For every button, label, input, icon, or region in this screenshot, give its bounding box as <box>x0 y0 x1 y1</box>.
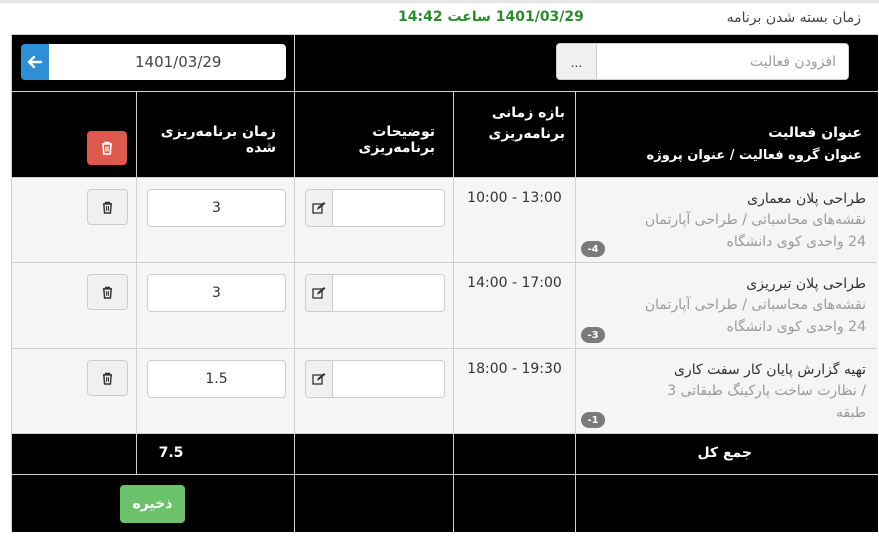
row-2-desc-input[interactable] <box>333 275 444 311</box>
row-1-hours-cell <box>137 178 294 262</box>
row-3-hours-cell <box>137 349 294 433</box>
add-activity-cell: ... <box>295 35 878 91</box>
delete-all-button[interactable] <box>87 131 127 165</box>
row-3-desc-input[interactable] <box>333 361 444 397</box>
total-time-cell <box>454 434 575 474</box>
row-1-desc-group <box>305 189 445 227</box>
trash-icon <box>102 141 112 155</box>
row-3-delete-button[interactable] <box>87 360 128 396</box>
row-1-edit-button[interactable] <box>306 190 333 226</box>
row-2-badge: -3 <box>581 327 605 343</box>
row-2-desc-group <box>305 274 445 312</box>
time-range-header-line1: بازه زمانی <box>491 105 565 121</box>
row-1-desc-input[interactable] <box>333 190 444 226</box>
arrow-left-icon <box>27 55 43 69</box>
date-input[interactable] <box>49 44 286 80</box>
row-2-delete-button[interactable] <box>87 274 128 310</box>
row-3-edit-button[interactable] <box>306 361 333 397</box>
row-3-delete-cell <box>12 349 136 433</box>
row-2-edit-button[interactable] <box>306 275 333 311</box>
save-button[interactable]: ذخیره <box>120 485 185 523</box>
save-row-desc-cell <box>295 475 453 532</box>
row-1-sub-line1: نقشه‌های محاسباتی / طراحی آپارتمان <box>644 212 866 228</box>
trash-icon <box>102 372 113 385</box>
row-3-badge: -1 <box>581 412 605 428</box>
date-navigator <box>21 44 286 80</box>
add-activity-picker-button[interactable]: ... <box>557 44 597 79</box>
header-planned-hours: زمان برنامه‌ریزی شده <box>137 92 294 177</box>
row-1-desc-cell <box>295 178 453 262</box>
row-2-delete-cell <box>12 263 136 348</box>
row-1-activity-cell: طراحی پلان معماری نقشه‌های محاسباتی / طر… <box>576 178 878 262</box>
add-activity-input[interactable] <box>597 44 848 79</box>
row-3-activity-cell: تهیه گزارش پایان کار سفت کاری / نظارت سا… <box>576 349 878 433</box>
header-description: توضیحات برنامه‌ریزی <box>295 92 453 177</box>
row-3-hours-input[interactable] <box>147 360 286 398</box>
total-value: 7.5 <box>158 445 184 461</box>
trash-icon <box>102 201 113 214</box>
save-row-activity-cell <box>576 475 878 532</box>
row-1-title: طراحی پلان معماری <box>747 191 866 207</box>
row-3-sub-line1: / نظارت ساخت پارکینگ طبقاتی 3 <box>667 383 866 399</box>
header-planned-time <box>12 92 136 177</box>
planned-time-header: زمان برنامه‌ریزی شده <box>160 124 276 156</box>
row-1-badge: -4 <box>581 241 605 257</box>
activity-title-header: عنوان فعالیت <box>768 125 862 141</box>
row-3-time-range: 18:00 - 19:30 <box>467 361 562 377</box>
row-2-activity-cell: طراحی پلان تیرریزی نقشه‌های محاسباتی / ط… <box>576 263 878 348</box>
row-3-desc-group <box>305 360 445 398</box>
total-value-cell: 7.5 <box>137 434 294 474</box>
row-1-hours-input[interactable] <box>147 189 286 227</box>
close-info-bar: زمان بسته شدن برنامه 1401/03/29 ساعت 14:… <box>0 6 879 32</box>
header-activity: عنوان فعالیت عنوان گروه فعالیت / عنوان پ… <box>576 92 878 177</box>
edit-icon <box>312 202 326 214</box>
row-3-title: تهیه گزارش پایان کار سفت کاری <box>674 362 866 378</box>
row-2-hours-input[interactable] <box>147 274 286 312</box>
row-1-sub-line2: 24 واحدی کوی دانشگاه <box>726 234 867 250</box>
prev-day-button[interactable] <box>21 44 49 80</box>
row-2-title: طراحی پلان تیرریزی <box>746 276 866 292</box>
row-2-sub-line1: نقشه‌های محاسباتی / طراحی آپارتمان <box>644 297 866 313</box>
total-desc-cell <box>295 434 453 474</box>
row-2-time-cell: 14:00 - 17:00 <box>454 263 575 348</box>
row-2-desc-cell <box>295 263 453 348</box>
row-2-hours-cell <box>137 263 294 348</box>
row-3-desc-cell <box>295 349 453 433</box>
total-label: جمع کل <box>697 445 752 461</box>
save-row-time-cell <box>454 475 575 532</box>
schedule-table: ... زمان برنامه‌ریزی شده توضیحات برنامه‌… <box>11 34 878 532</box>
row-3-sub-line2: طبقه <box>836 405 866 421</box>
activity-sub-header: عنوان گروه فعالیت / عنوان پروژه <box>646 148 862 163</box>
header-time-range: بازه زمانی برنامه‌ریزی <box>454 92 575 177</box>
save-cell: ذخیره <box>12 475 294 532</box>
row-1-time-cell: 10:00 - 13:00 <box>454 178 575 262</box>
edit-icon <box>312 287 326 299</box>
close-time-value: 1401/03/29 ساعت 14:42 <box>398 9 584 25</box>
row-2-time-range: 14:00 - 17:00 <box>467 275 562 291</box>
add-activity-group: ... <box>556 43 849 80</box>
row-1-delete-cell <box>12 178 136 262</box>
total-label-cell: جمع کل <box>576 434 878 474</box>
description-header: توضیحات برنامه‌ریزی <box>358 124 436 156</box>
row-2-sub-line2: 24 واحدی کوی دانشگاه <box>726 319 867 335</box>
row-1-delete-button[interactable] <box>87 189 128 225</box>
row-1-time-range: 10:00 - 13:00 <box>467 190 562 206</box>
close-time-label: زمان بسته شدن برنامه <box>726 10 861 26</box>
edit-icon <box>312 373 326 385</box>
time-range-header-line2: برنامه‌ریزی <box>488 126 566 142</box>
top-divider <box>0 0 879 3</box>
date-nav-cell <box>12 35 294 91</box>
trash-icon <box>102 286 113 299</box>
row-3-time-cell: 18:00 - 19:30 <box>454 349 575 433</box>
